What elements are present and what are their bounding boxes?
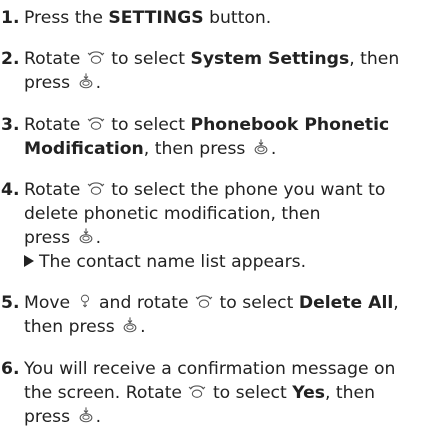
step-text-part: press: [24, 228, 71, 248]
step-text-part: to select the phone you want to: [105, 180, 386, 200]
step-text: Move and rotate to select Delete All, th…: [24, 291, 410, 339]
step-text-part: .: [270, 139, 277, 159]
step-text-part: Rotate: [24, 115, 81, 135]
step-6: 6. You will receive a confirmation messa…: [0, 357, 410, 429]
step-line: the screen. Rotate to select Yes, then: [24, 381, 410, 405]
press-dial-icon: [121, 316, 139, 334]
step-text: Rotate to select the phone you want to d…: [24, 178, 410, 274]
step-text-part: , then press: [143, 139, 246, 159]
step-text-part: button.: [203, 8, 272, 28]
step-text-part: to select: [105, 115, 191, 135]
menu-item-label: Phonebook Phonetic: [190, 115, 390, 135]
menu-item-label: Delete All: [298, 293, 394, 313]
step-text-part: .: [95, 73, 102, 93]
step-number: 1.: [1, 8, 20, 28]
step-2: 2. Rotate to select System Settings, the…: [0, 47, 410, 95]
step-text-part: , then: [349, 49, 400, 69]
step-text-part: Rotate: [24, 180, 81, 200]
settings-button-label: SETTINGS: [108, 8, 204, 28]
step-text: Rotate to select Phonebook Phonetic Modi…: [24, 113, 410, 161]
press-dial-icon: [77, 227, 95, 245]
step-text-part: and rotate: [93, 293, 189, 313]
step-text-part: .: [95, 228, 102, 248]
result-text: The contact name list appears.: [39, 252, 307, 272]
step-text-part: press: [24, 407, 71, 427]
rotate-dial-icon: [87, 179, 105, 197]
rotate-dial-icon: [188, 382, 206, 400]
step-line: Rotate to select the phone you want to: [24, 178, 410, 202]
step-text: Rotate to select System Settings, then p…: [24, 47, 410, 95]
step-line: press .: [24, 405, 410, 429]
step-text: You will receive a confirmation message …: [24, 357, 410, 429]
step-line: delete phonetic modification, then: [24, 204, 321, 224]
rotate-dial-icon: [195, 292, 213, 310]
step-line: Move and rotate to select Delete All,: [24, 291, 410, 315]
step-line: press .: [24, 71, 410, 95]
step-text-part: then press: [24, 317, 115, 337]
step-number: 2.: [1, 49, 20, 69]
instruction-steps: 1. Press the SETTINGS button. 2. Rotate …: [0, 0, 422, 436]
step-number: 4.: [1, 180, 20, 200]
rotate-dial-icon: [87, 48, 105, 66]
menu-item-label: Modification: [24, 139, 144, 159]
result-arrow-icon: [24, 255, 34, 267]
step-text-part: Rotate: [24, 49, 81, 69]
press-dial-icon: [77, 72, 95, 90]
step-text-part: to select: [207, 383, 293, 403]
step-text-part: the screen. Rotate: [24, 383, 183, 403]
step-text-part: to select: [105, 49, 191, 69]
step-line: Rotate to select System Settings, then: [24, 47, 410, 71]
press-dial-icon: [252, 138, 270, 156]
step-number: 3.: [1, 115, 20, 135]
step-line: press .: [24, 226, 410, 250]
step-text-part: Move: [24, 293, 71, 313]
step-text-part: .: [140, 317, 146, 337]
step-text-part: .: [95, 407, 102, 427]
step-number: 5.: [1, 293, 20, 313]
step-result: The contact name list appears.: [24, 250, 410, 274]
step-text-part: press: [24, 73, 71, 93]
step-text-part: ,: [393, 293, 399, 313]
rotate-dial-icon: [87, 114, 105, 132]
move-dial-icon: [77, 292, 93, 310]
step-number: 6.: [1, 359, 20, 379]
step-line: Rotate to select Phonebook Phonetic: [24, 113, 410, 137]
step-3: 3. Rotate to select Phonebook Phonetic M…: [0, 113, 410, 161]
step-4: 4. Rotate to select the phone you want t…: [0, 178, 410, 274]
step-5: 5. Move and rotate to select Delete All,…: [0, 291, 410, 339]
step-text-part: , then: [324, 383, 375, 403]
step-text: Press the SETTINGS button.: [24, 6, 410, 30]
step-line: Modification, then press .: [24, 137, 410, 161]
step-text-part: to select: [214, 293, 299, 313]
step-1: 1. Press the SETTINGS button.: [0, 6, 410, 30]
step-line: Press the SETTINGS button.: [24, 6, 410, 30]
step-line: You will receive a confirmation message …: [24, 359, 396, 379]
press-dial-icon: [77, 406, 95, 424]
menu-item-label: Yes: [292, 383, 325, 403]
step-line: then press .: [24, 315, 410, 339]
step-text-part: Press the: [24, 8, 109, 28]
menu-item-label: System Settings: [190, 49, 350, 69]
